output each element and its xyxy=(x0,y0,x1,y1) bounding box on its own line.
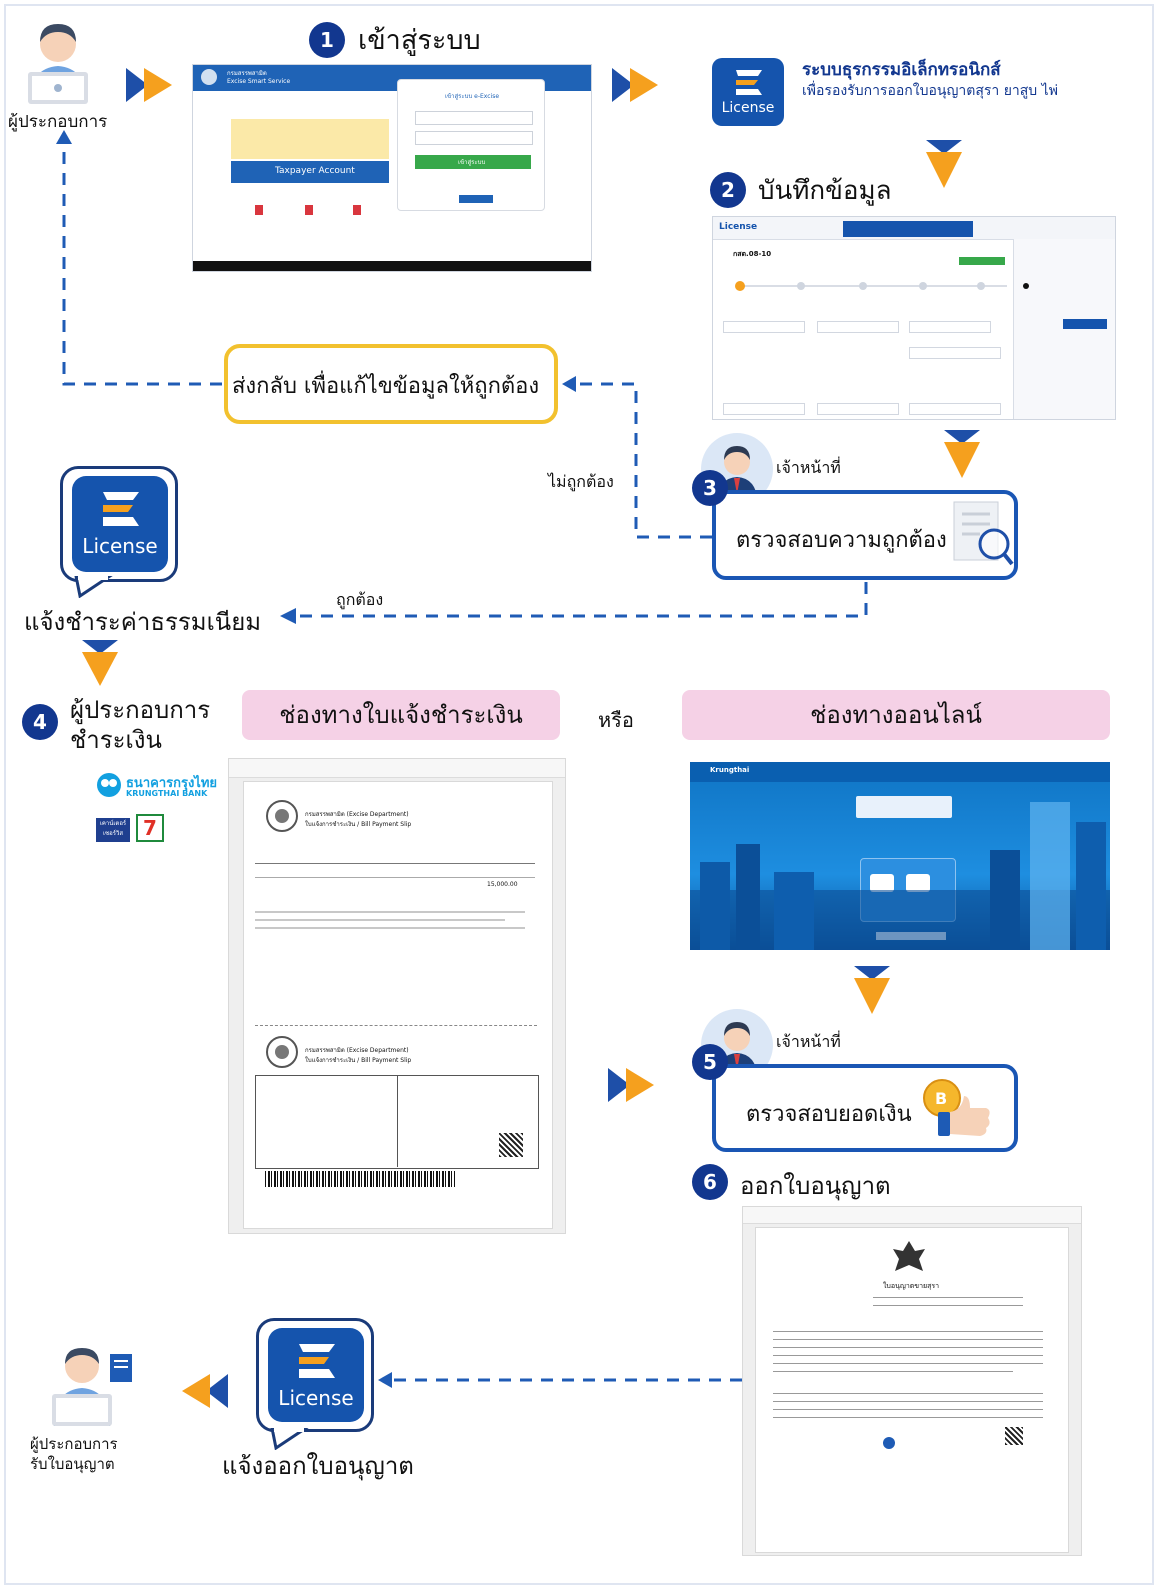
counter-service-text: เคาน์เตอร์ เซอร์วิส xyxy=(99,820,127,837)
license-e-icon xyxy=(103,492,139,526)
slip-dept: กรมสรรพสามิต (Excise Department) xyxy=(305,811,409,818)
counter-service-logo: เคาน์เตอร์ เซอร์วิส xyxy=(96,818,130,842)
notify-fee-label: แจ้งชำระค่าธรรมเนียม xyxy=(24,608,262,636)
online-channel-label: ช่องทางออนไลน์ xyxy=(682,690,1110,740)
slip-part2-dept: กรมสรรพสามิต (Excise Department) xyxy=(305,1047,409,1054)
flow-arrow-icon xyxy=(608,1068,654,1102)
slip-title: ใบแจ้งการชำระเงิน / Bill Payment Slip xyxy=(305,821,412,828)
operator-receive-line2: รับใบอนุญาต xyxy=(30,1455,115,1473)
step-4-title-line2: ชำระเงิน xyxy=(70,726,162,754)
license-logo: License xyxy=(268,1328,364,1422)
license-doc-title: ใบอนุญาตขายสุรา xyxy=(883,1282,940,1290)
krungthai-name-en: KRUNGTHAI BANK xyxy=(126,789,208,798)
license-document-viewer: ใบอนุญาตขายสุรา xyxy=(742,1206,1082,1556)
license-logo-text: License xyxy=(82,534,158,558)
or-label: หรือ xyxy=(598,708,634,732)
step-3-title: ตรวจสอบความถูกต้อง xyxy=(736,528,947,553)
online-brand: Krungthai xyxy=(710,766,750,774)
license-logo-text: License xyxy=(278,1386,354,1410)
bubble-tail-icon xyxy=(74,576,113,598)
correct-label: ถูกต้อง xyxy=(336,590,384,609)
payment-slip-viewer: กรมสรรพสามิต (Excise Department) ใบแจ้งก… xyxy=(228,758,566,1234)
excise-emblem-icon xyxy=(266,800,298,832)
document-search-icon xyxy=(953,501,1014,566)
incorrect-label: ไม่ถูกต้อง xyxy=(548,472,614,491)
flow-arrow-left-icon xyxy=(182,1374,228,1408)
slip-amount: 15,000.00 xyxy=(487,881,518,888)
svg-text:B: B xyxy=(935,1089,947,1108)
slip-channel-label: ช่องทางใบแจ้งชำระเงิน xyxy=(242,690,560,740)
license-e-icon xyxy=(299,1344,335,1378)
step-4-badge: 4 xyxy=(22,704,58,740)
operator-receive-license-icon xyxy=(52,1348,132,1426)
step-6-badge: 6 xyxy=(692,1164,728,1200)
step-5-badge: 5 xyxy=(692,1044,728,1080)
step-3-role: เจ้าหน้าที่ xyxy=(776,458,841,477)
excise-emblem-icon xyxy=(266,1036,298,1068)
online-payment-screenshot: Krungthai xyxy=(690,762,1110,950)
garuda-emblem-icon xyxy=(893,1241,925,1271)
krungthai-logo-icon xyxy=(97,773,121,797)
step-3-badge: 3 xyxy=(692,470,728,506)
seven-eleven-logo: 7 xyxy=(136,814,164,842)
step-6-title: ออกใบอนุญาต xyxy=(740,1172,891,1200)
license-logo: License xyxy=(72,476,168,572)
notify-license-label: แจ้งออกใบอนุญาต xyxy=(222,1452,414,1480)
coin-thumbs-up-icon: B xyxy=(923,1079,990,1136)
flow-arrow-down-icon xyxy=(854,966,890,1014)
step-5-role: เจ้าหน้าที่ xyxy=(776,1032,841,1051)
slip-part2-title: ใบแจ้งการชำระเงิน / Bill Payment Slip xyxy=(305,1057,412,1064)
step-5-title: ตรวจสอบยอดเงิน xyxy=(746,1102,912,1127)
flow-arrow-down-icon xyxy=(82,640,118,686)
